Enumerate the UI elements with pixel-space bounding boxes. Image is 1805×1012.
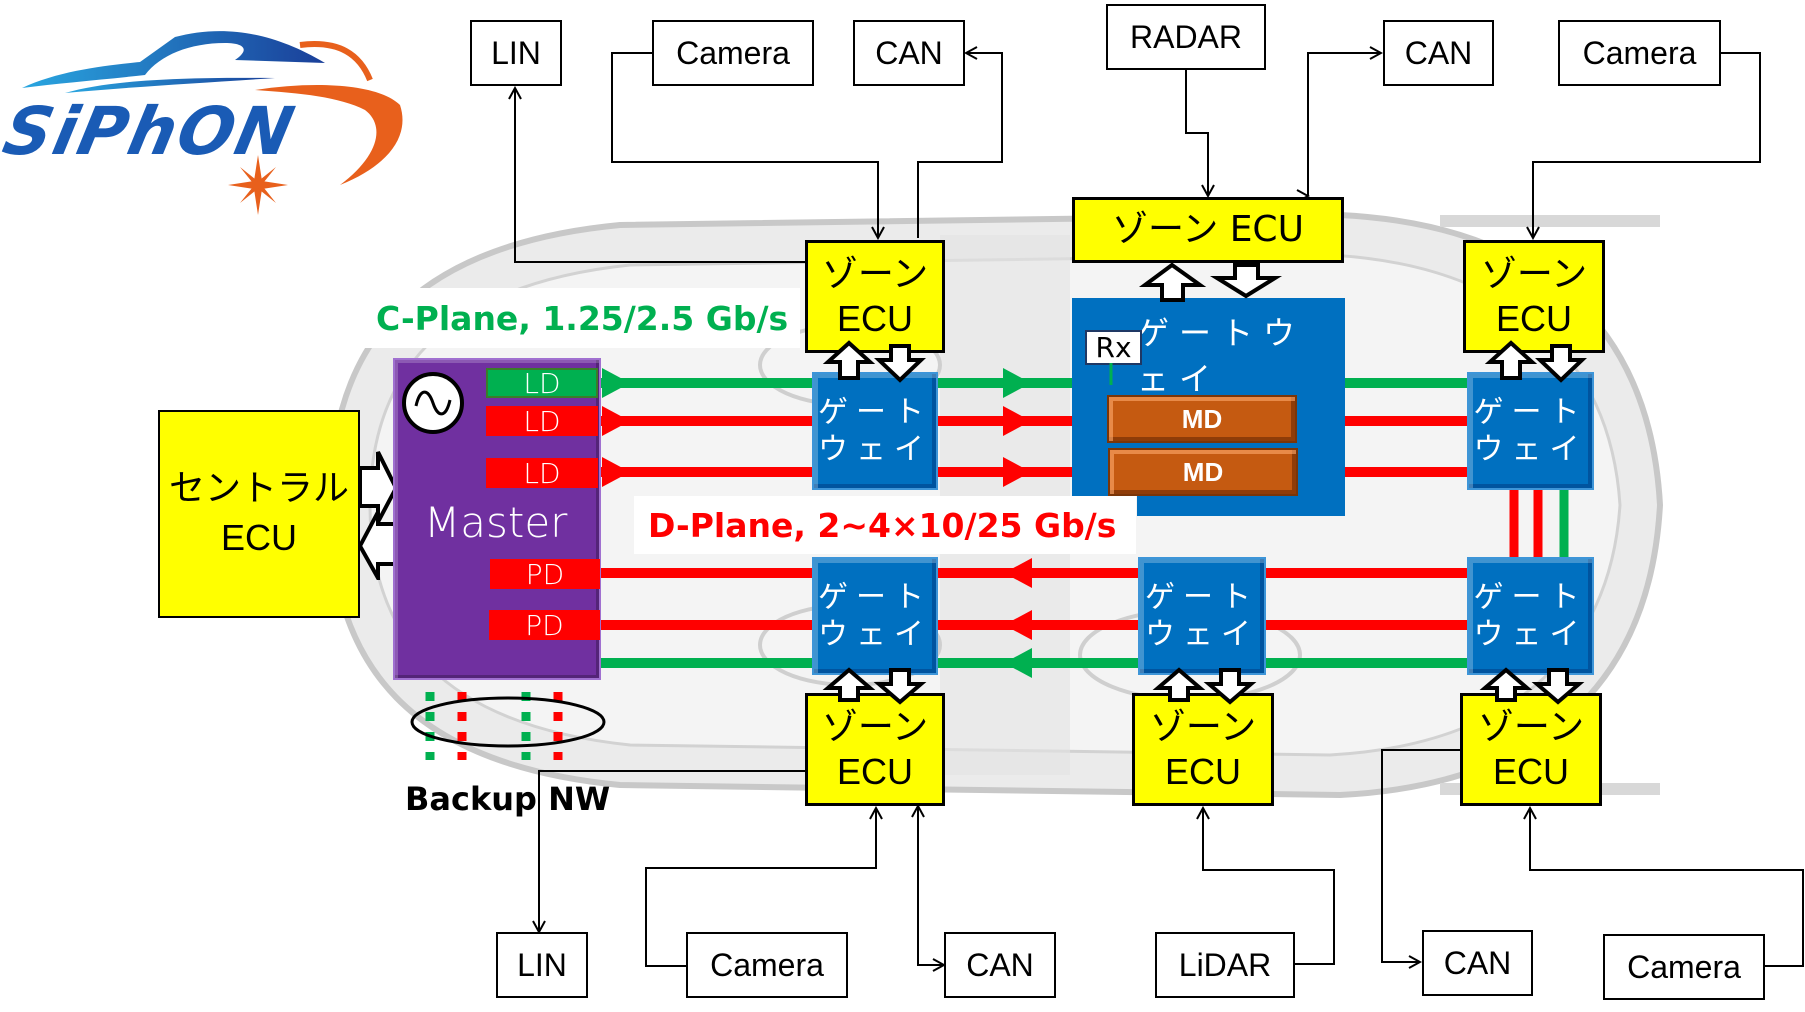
camera-box-top-right: Camera	[1558, 20, 1721, 86]
lin-box-bottom: LIN	[496, 932, 588, 998]
zone-ecu-sublabel: ECU	[836, 750, 913, 792]
can-box-bottom-left: CAN	[944, 932, 1056, 998]
connector-can-bottom-left	[917, 808, 944, 965]
radar-box: RADAR	[1106, 4, 1266, 70]
ld-red-2: LD	[486, 457, 598, 490]
arrow-right-icon	[358, 451, 398, 523]
connector-can-top-mid	[1307, 53, 1381, 196]
zone-ecu-label: ゾーン	[1480, 254, 1588, 296]
logo-text: SiPhON	[0, 93, 303, 170]
md-modulator-1: MD	[1107, 395, 1297, 443]
gateway-label-1: ゲート	[1473, 394, 1588, 430]
master-label: Master	[424, 498, 568, 547]
camera-box-bottom-right: Camera	[1603, 934, 1765, 1000]
md-modulator-2: MD	[1108, 448, 1298, 496]
zone-ecu-sublabel: ECU	[836, 297, 913, 339]
central-master-arrows	[358, 451, 398, 580]
zone-ecu-label: ゾーン	[821, 707, 929, 749]
d-plane-label: D-Plane, 2~4×10/25 Gb/s	[634, 496, 1136, 554]
gateway-label-1: ゲート	[818, 579, 932, 615]
central-ecu-label-1: セントラル	[168, 468, 349, 510]
gateway-label-2: ウェイ	[1145, 617, 1259, 652]
zone-ecu-top-middle: ゾーン ECU	[1072, 197, 1344, 263]
gateway-top-right: ゲート ウェイ	[1467, 372, 1594, 490]
zone-ecu-sublabel: ECU	[1495, 297, 1572, 339]
can-box-bottom-right: CAN	[1422, 930, 1533, 996]
gateway-top-left: ゲート ウェイ	[812, 372, 938, 490]
zone-ecu-label: ゾーン	[1149, 707, 1257, 749]
central-ecu: セントラル ECU	[158, 410, 360, 618]
oscillator-icon	[402, 372, 464, 434]
zone-ecu-sublabel: ECU	[1492, 750, 1569, 792]
ld-green: LD	[486, 367, 598, 400]
zone-ecu-top-right: ゾーン ECU	[1463, 240, 1605, 353]
gateway-label-2: ウェイ	[1473, 432, 1588, 467]
pd-red-1: PD	[490, 558, 600, 591]
rx-receiver: Rx	[1085, 330, 1142, 365]
gateway-label-1: ゲート	[818, 394, 932, 430]
gateway-bottom-right: ゲート ウェイ	[1467, 557, 1594, 675]
zone-ecu-label: ゾーン ECU	[1112, 209, 1304, 251]
zone-ecu-bottom-left: ゾーン ECU	[805, 693, 945, 806]
gateway-main-label: ゲートウェイ	[1137, 314, 1306, 398]
gateway-label-2: ウェイ	[1473, 617, 1588, 652]
can-box-top-right: CAN	[1383, 20, 1494, 86]
zone-ecu-top-left: ゾーン ECU	[805, 240, 945, 353]
ld-red-1: LD	[486, 405, 598, 438]
camera-box-bottom-left: Camera	[686, 932, 848, 998]
gateway-label-2: ウェイ	[818, 432, 932, 467]
backup-nw-label: Backup NW	[405, 780, 611, 818]
gateway-label-1: ゲート	[1473, 579, 1588, 615]
pd-red-2: PD	[489, 609, 600, 642]
gateway-label-2: ウェイ	[818, 617, 932, 652]
zone-ecu-label: ゾーン	[821, 254, 929, 296]
central-ecu-label-2: ECU	[220, 517, 297, 558]
lidar-box: LiDAR	[1155, 932, 1295, 998]
connector-radar	[1185, 68, 1208, 196]
camera-box-top-left: Camera	[652, 20, 814, 86]
can-box-top-left: CAN	[853, 20, 965, 86]
rx-tap-line	[1109, 363, 1113, 385]
c-plane-label: C-Plane, 1.25/2.5 Gb/s	[362, 288, 800, 348]
zone-ecu-bottom-right: ゾーン ECU	[1460, 693, 1602, 806]
gateway-bottom-middle: ゲート ウェイ	[1138, 557, 1266, 675]
gateway-label-1: ゲート	[1145, 579, 1259, 615]
arrow-left-icon	[358, 511, 398, 580]
zone-ecu-sublabel: ECU	[1164, 750, 1241, 792]
lin-box-top: LIN	[470, 20, 562, 86]
siphon-logo: SiPhON	[0, 25, 415, 225]
zone-ecu-bottom-middle: ゾーン ECU	[1132, 693, 1274, 806]
zone-ecu-label: ゾーン	[1477, 707, 1585, 749]
gateway-bottom-left: ゲート ウェイ	[812, 557, 938, 675]
